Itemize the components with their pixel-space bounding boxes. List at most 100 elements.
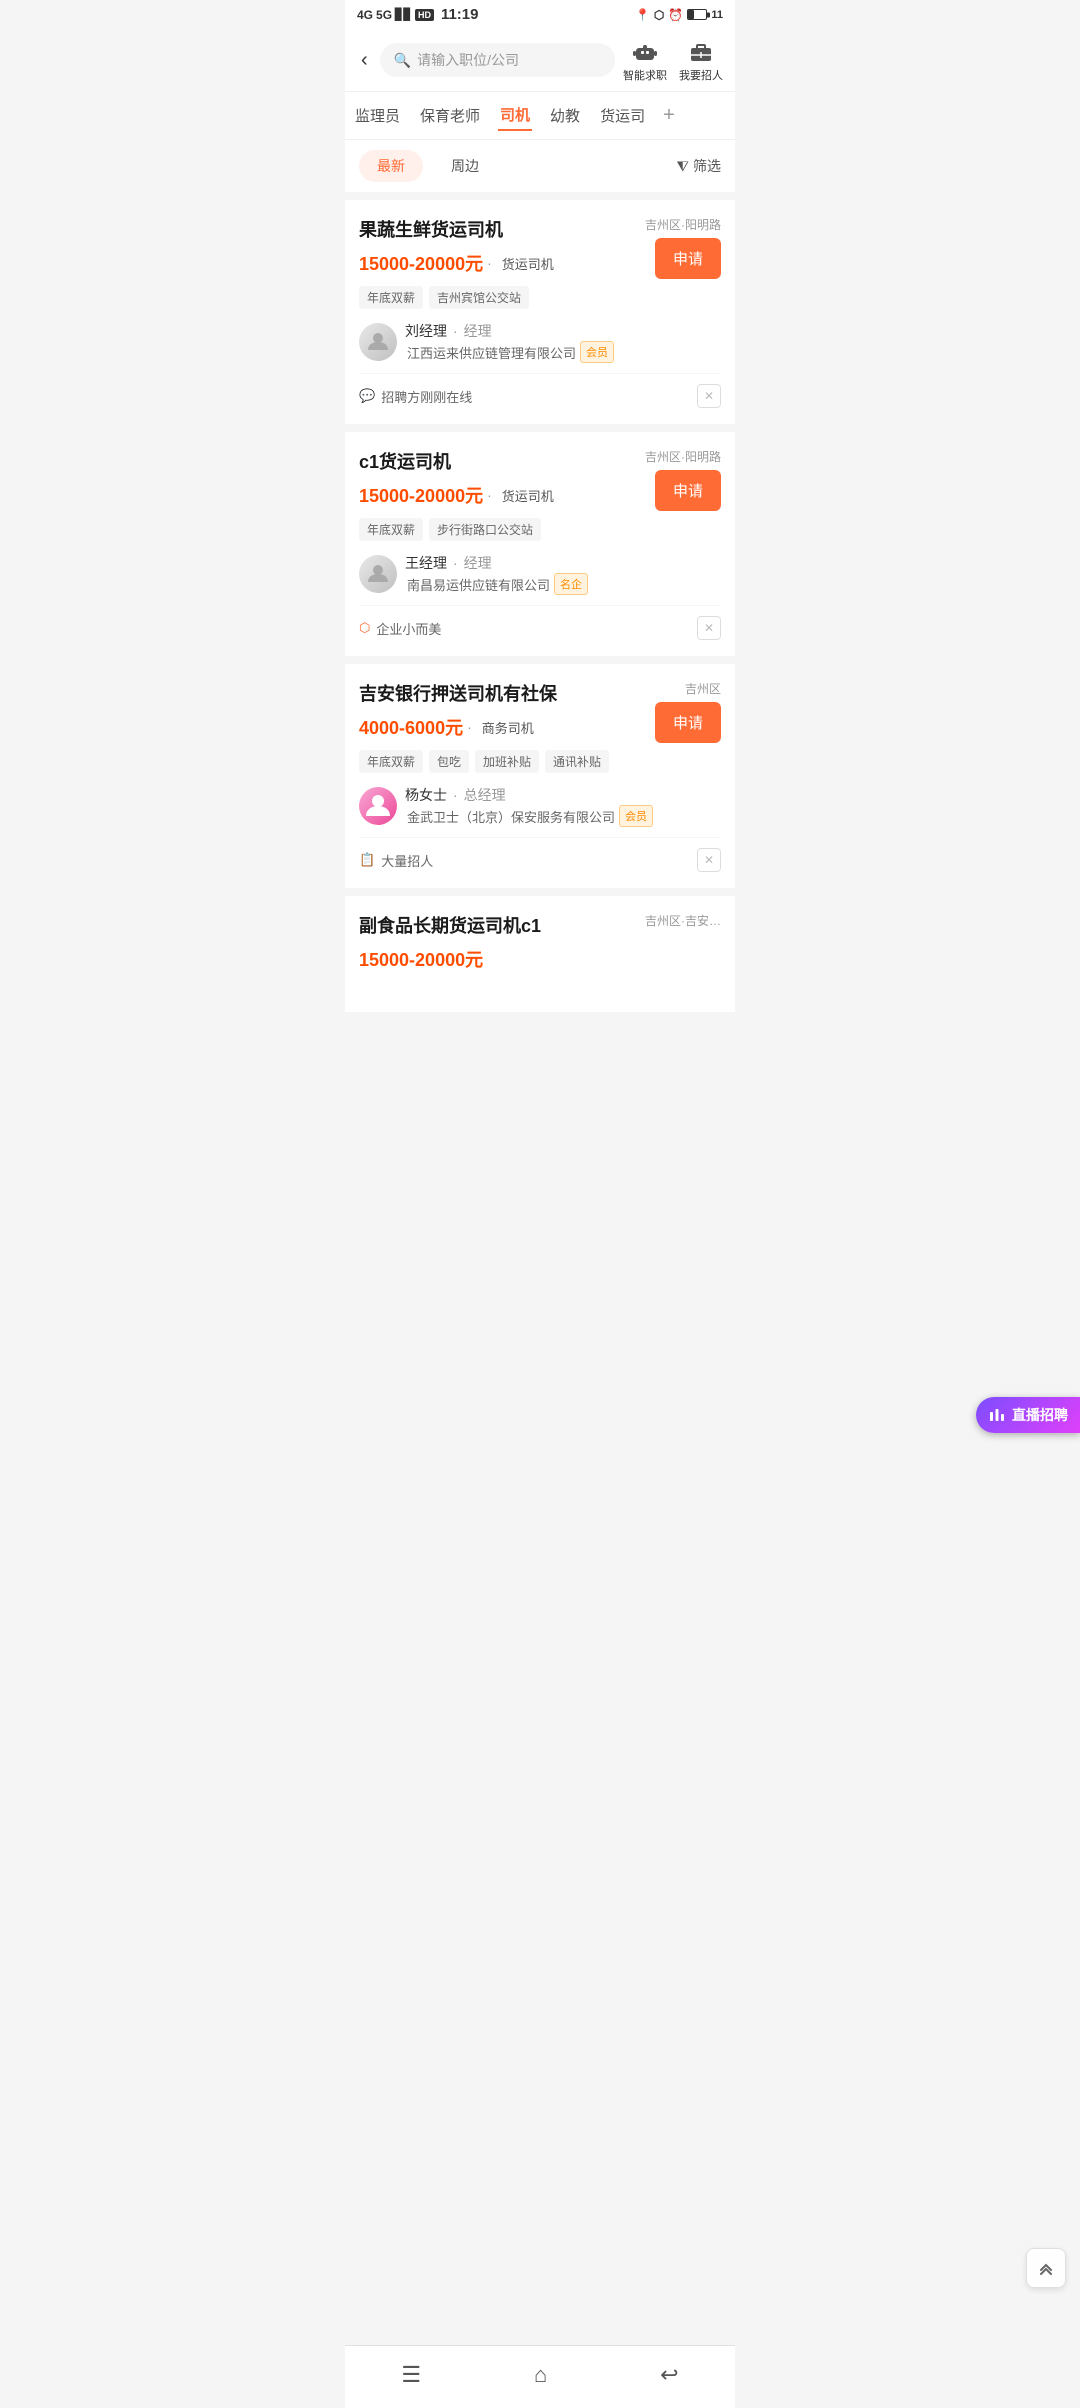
recruiter-name-row-1: 刘经理 · 经理 xyxy=(405,321,614,341)
job-card-1: 果蔬生鲜货运司机 吉州区·阳明路 15000-20000元 · 货运司机 年底双… xyxy=(345,200,735,424)
battery-fill xyxy=(688,10,693,19)
tag-3-3: 加班补贴 xyxy=(475,750,539,773)
location-icon: 📍 xyxy=(635,8,650,22)
search-icon: 🔍 xyxy=(394,52,411,69)
tab-huoyunsi[interactable]: 货运司 xyxy=(598,101,647,130)
recruit-label: 我要招人 xyxy=(679,67,723,83)
recruiter-dot-2: · xyxy=(453,555,458,571)
category-tabs: 监理员 保育老师 司机 幼教 货运司 + xyxy=(345,92,735,140)
job-location-1: 吉州区·阳明路 xyxy=(645,216,721,233)
scroll-top-button[interactable] xyxy=(1026,2248,1066,2288)
back-nav-button[interactable]: ↩ xyxy=(640,2358,698,2392)
tab-baoyulaoshi[interactable]: 保育老师 xyxy=(418,101,482,130)
job-tags-3: 年底双薪 包吃 加班补贴 通讯补贴 xyxy=(359,750,721,773)
recruiter-name-1: 刘经理 xyxy=(405,321,447,341)
filter-nearby-button[interactable]: 周边 xyxy=(433,150,497,182)
tab-siji[interactable]: 司机 xyxy=(498,100,532,131)
recruiter-row-1: 刘经理 · 经理 江西运来供应链管理有限公司 会员 xyxy=(359,321,721,363)
job-type-2: 货运司机 xyxy=(502,486,554,505)
online-status-2: ⬡ 企业小而美 xyxy=(359,619,441,638)
menu-button[interactable]: ☰ xyxy=(381,2358,441,2392)
header: ‹ 🔍 请输入职位/公司 智能求职 xyxy=(345,29,735,92)
job-header-4: 副食品长期货运司机c1 吉州区·吉安… xyxy=(359,912,721,938)
job-title-1[interactable]: 果蔬生鲜货运司机 xyxy=(359,216,503,242)
home-button[interactable]: ⌂ xyxy=(514,2358,567,2392)
filter-bar: 最新 周边 ⧨ 筛选 xyxy=(345,140,735,192)
recruiter-info-2: 王经理 · 经理 南昌易运供应链有限公司 名企 xyxy=(405,553,588,595)
tag-3-4: 通讯补贴 xyxy=(545,750,609,773)
job-title-3[interactable]: 吉安银行押送司机有社保 xyxy=(359,680,557,706)
smart-job-button[interactable]: 智能求职 xyxy=(623,37,667,83)
job-tags-1: 年底双薪 吉州宾馆公交站 xyxy=(359,286,721,309)
job-location-2: 吉州区·阳明路 xyxy=(645,448,721,465)
job-salary-2: 15000-20000元 xyxy=(359,482,483,508)
apply-button-3[interactable]: 申请 xyxy=(655,702,721,743)
hd-badge: HD xyxy=(415,9,434,21)
recruiter-company-3: 金武卫士（北京）保安服务有限公司 会员 xyxy=(405,805,653,827)
recruiter-title-1: 经理 xyxy=(464,321,492,341)
apply-button-1[interactable]: 申请 xyxy=(655,238,721,279)
recruiter-row-2: 王经理 · 经理 南昌易运供应链有限公司 名企 xyxy=(359,553,721,595)
recruit-button[interactable]: 我要招人 xyxy=(679,37,723,83)
tag-2-1: 年底双薪 xyxy=(359,518,423,541)
status-label-1: 招聘方刚刚在线 xyxy=(381,387,472,406)
job-location-4: 吉州区·吉安… xyxy=(645,912,721,929)
apply-button-2[interactable]: 申请 xyxy=(655,470,721,511)
recruiter-name-row-2: 王经理 · 经理 xyxy=(405,553,588,573)
recruiter-info-3: 杨女士 · 总经理 金武卫士（北京）保安服务有限公司 会员 xyxy=(405,785,653,827)
live-banner[interactable]: 直播招聘 xyxy=(976,1397,1080,1433)
job-salary-4: 15000-20000元 xyxy=(359,946,483,972)
hexagon-icon-2: ⬡ xyxy=(359,620,370,636)
search-input[interactable]: 请输入职位/公司 xyxy=(417,50,519,70)
alarm-icon: ⏰ xyxy=(668,8,683,22)
member-badge-3: 会员 xyxy=(619,805,653,827)
filter-options-button[interactable]: ⧨ 筛选 xyxy=(677,156,722,176)
filter-icon: ⧨ xyxy=(677,158,690,175)
filter-latest-button[interactable]: 最新 xyxy=(359,150,423,182)
recruiter-name-3: 杨女士 xyxy=(405,785,447,805)
member-badge-1: 会员 xyxy=(580,341,614,363)
back-button[interactable]: ‹ xyxy=(357,45,372,76)
tag-1-1: 年底双薪 xyxy=(359,286,423,309)
avatar-3 xyxy=(359,787,397,825)
recruiter-info-1: 刘经理 · 经理 江西运来供应链管理有限公司 会员 xyxy=(405,321,614,363)
avatar-placeholder-1 xyxy=(359,323,397,361)
job-salary-3: 4000-6000元 xyxy=(359,714,463,740)
search-box[interactable]: 🔍 请输入职位/公司 xyxy=(380,43,615,77)
job-card-4: 副食品长期货运司机c1 吉州区·吉安… 15000-20000元 xyxy=(345,896,735,1012)
status-row-1: 💬 招聘方刚刚在线 ✕ xyxy=(359,373,721,408)
famous-badge-2: 名企 xyxy=(554,573,588,595)
close-card-2[interactable]: ✕ xyxy=(697,616,721,640)
recruiter-name-row-3: 杨女士 · 总经理 xyxy=(405,785,653,805)
recruiter-company-2: 南昌易运供应链有限公司 名企 xyxy=(405,573,588,595)
close-card-3[interactable]: ✕ xyxy=(697,848,721,872)
job-title-2[interactable]: c1货运司机 xyxy=(359,448,451,474)
signal-bars: ▊▊ xyxy=(395,8,412,21)
tag-1-2: 吉州宾馆公交站 xyxy=(429,286,529,309)
close-card-1[interactable]: ✕ xyxy=(697,384,721,408)
status-row-2: ⬡ 企业小而美 ✕ xyxy=(359,605,721,640)
tab-jianliyuan[interactable]: 监理员 xyxy=(353,101,402,130)
recruiter-dot-1: · xyxy=(453,323,458,339)
company-name-2: 南昌易运供应链有限公司 xyxy=(407,575,550,594)
job-location-3: 吉州区 xyxy=(685,680,721,697)
online-status-3: 📋 大量招人 xyxy=(359,851,433,870)
robot-icon xyxy=(631,37,659,65)
salary-row-4: 15000-20000元 xyxy=(359,946,721,972)
company-name-1: 江西运来供应链管理有限公司 xyxy=(407,343,576,362)
add-category-button[interactable]: + xyxy=(663,104,675,127)
bottom-nav: ☰ ⌂ ↩ xyxy=(345,2345,735,2408)
status-left: 4G 5G ▊▊ HD 11:19 xyxy=(357,6,479,23)
list-icon-3: 📋 xyxy=(359,852,375,868)
avatar-placeholder-2 xyxy=(359,555,397,593)
tag-2-2: 步行街路口公交站 xyxy=(429,518,541,541)
tab-youjiao[interactable]: 幼教 xyxy=(548,101,582,130)
job-title-4[interactable]: 副食品长期货运司机c1 xyxy=(359,912,541,938)
battery-percent: 11 xyxy=(711,9,723,21)
chat-icon-1: 💬 xyxy=(359,388,375,404)
recruiter-row-3: 杨女士 · 总经理 金武卫士（北京）保安服务有限公司 会员 xyxy=(359,785,721,827)
job-card-2: c1货运司机 吉州区·阳明路 15000-20000元 · 货运司机 年底双薪 … xyxy=(345,432,735,656)
status-time: 11:19 xyxy=(441,6,479,23)
live-banner-label: 直播招聘 xyxy=(1012,1405,1068,1425)
recruiter-title-3: 总经理 xyxy=(464,785,506,805)
